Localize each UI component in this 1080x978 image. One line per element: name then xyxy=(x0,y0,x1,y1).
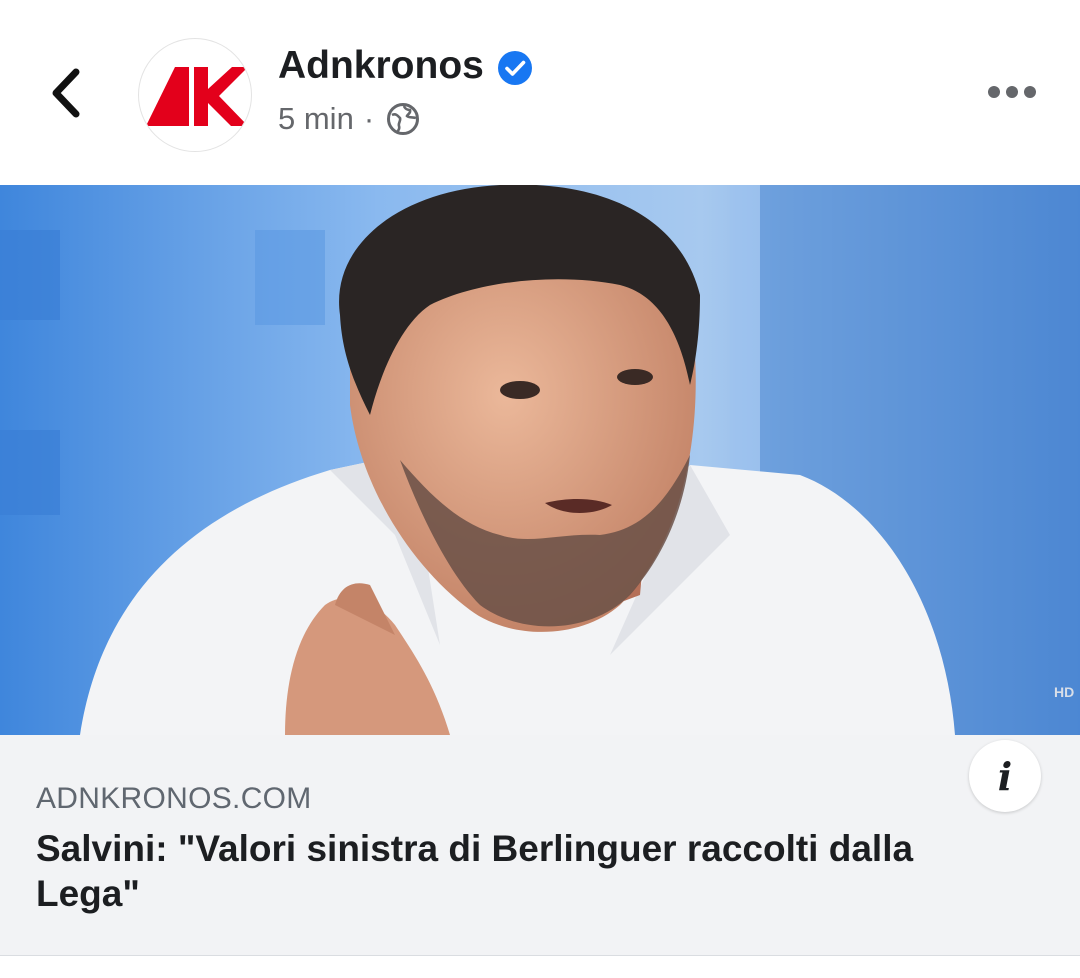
link-headline[interactable]: Salvini: "Valori sinistra di Berlinguer … xyxy=(36,826,1026,916)
meta-separator: · xyxy=(363,101,375,136)
post-photo[interactable] xyxy=(0,185,1080,735)
hd-badge: HD xyxy=(1054,684,1075,700)
back-button[interactable] xyxy=(40,62,96,124)
post-timestamp[interactable]: 5 min xyxy=(278,101,354,137)
link-domain: ADNKRONOS.COM xyxy=(36,782,312,815)
globe-icon xyxy=(387,103,420,135)
page-name[interactable]: Adnkronos xyxy=(278,44,484,88)
chevron-left-icon xyxy=(52,68,80,118)
info-icon: i xyxy=(997,753,1013,799)
page-avatar[interactable] xyxy=(138,38,252,152)
post-header: Adnkronos 5 min · xyxy=(0,0,1080,185)
adnkronos-logo xyxy=(146,67,248,126)
more-horizontal-icon xyxy=(988,86,1036,98)
info-button[interactable]: i xyxy=(969,740,1041,812)
more-options-button[interactable] xyxy=(986,80,1038,104)
post-meta: 5 min · xyxy=(278,101,420,137)
verified-badge-icon xyxy=(498,51,532,85)
